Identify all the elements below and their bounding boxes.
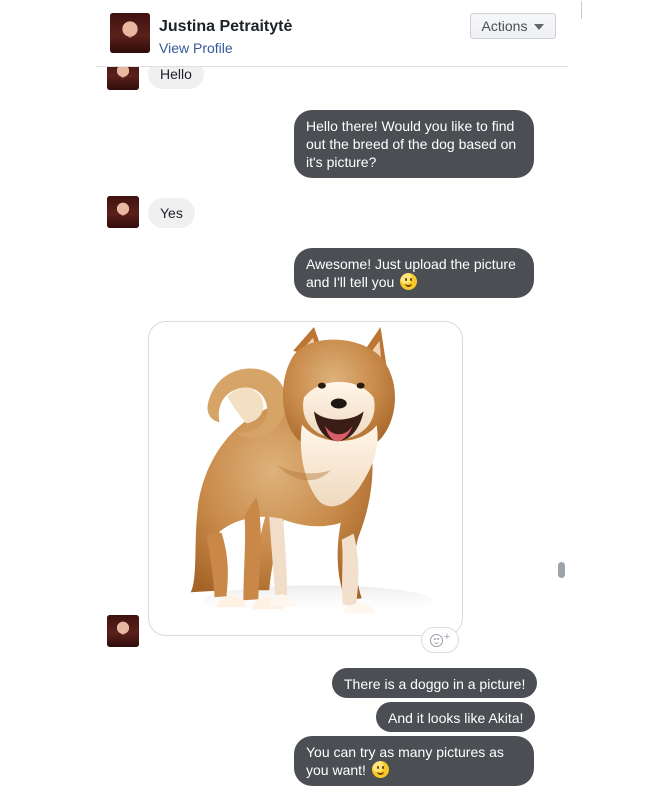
chat-header: Justina Petraitytė View Profile Actions (96, 0, 568, 67)
header-avatar[interactable] (110, 13, 150, 53)
add-reaction-button[interactable]: + (422, 628, 458, 652)
shiba-inu-dog-image[interactable] (148, 321, 463, 636)
actions-label: Actions (481, 18, 528, 34)
outgoing-message-bubble: Awesome! Just upload the picture and I'l… (294, 248, 534, 298)
contact-avatar (107, 196, 139, 228)
outgoing-message-bubble: Hello there! Would you like to find out … (294, 110, 534, 178)
reaction-face-icon (429, 633, 443, 647)
smile-icon (400, 273, 418, 290)
message-text: You can try as many pictures as you want… (306, 744, 504, 778)
message-text: Hello there! Would you like to find out … (306, 118, 517, 170)
message-text: Hello (160, 66, 192, 82)
contact-avatar (107, 615, 139, 647)
plus-icon: + (443, 631, 451, 643)
outgoing-message-bubble: And it looks like Akita! (376, 702, 536, 732)
chevron-down-icon (534, 24, 545, 30)
outgoing-message-bubble: There is a doggo in a picture! (332, 668, 538, 698)
message-text: And it looks like Akita! (388, 710, 524, 726)
profile-photo-avatar (110, 13, 150, 53)
incoming-message-bubble: Yes (148, 198, 195, 228)
scrollbar-thumb[interactable] (558, 562, 565, 578)
message-text: There is a doggo in a picture! (344, 676, 526, 692)
actions-button[interactable]: Actions (470, 13, 556, 39)
conversation-thread: Hello Hello there! Would you like to fin… (0, 0, 653, 807)
view-profile-link[interactable]: View Profile (159, 40, 233, 56)
messenger-chat-window: Hello Hello there! Would you like to fin… (0, 0, 653, 807)
outgoing-message-bubble: You can try as many pictures as you want… (294, 736, 534, 786)
profile-photo-avatar (107, 196, 139, 228)
profile-photo-avatar (107, 615, 139, 647)
message-text: Yes (160, 205, 183, 221)
contact-name[interactable]: Justina Petraitytė (159, 18, 292, 36)
smile-icon (371, 761, 389, 778)
